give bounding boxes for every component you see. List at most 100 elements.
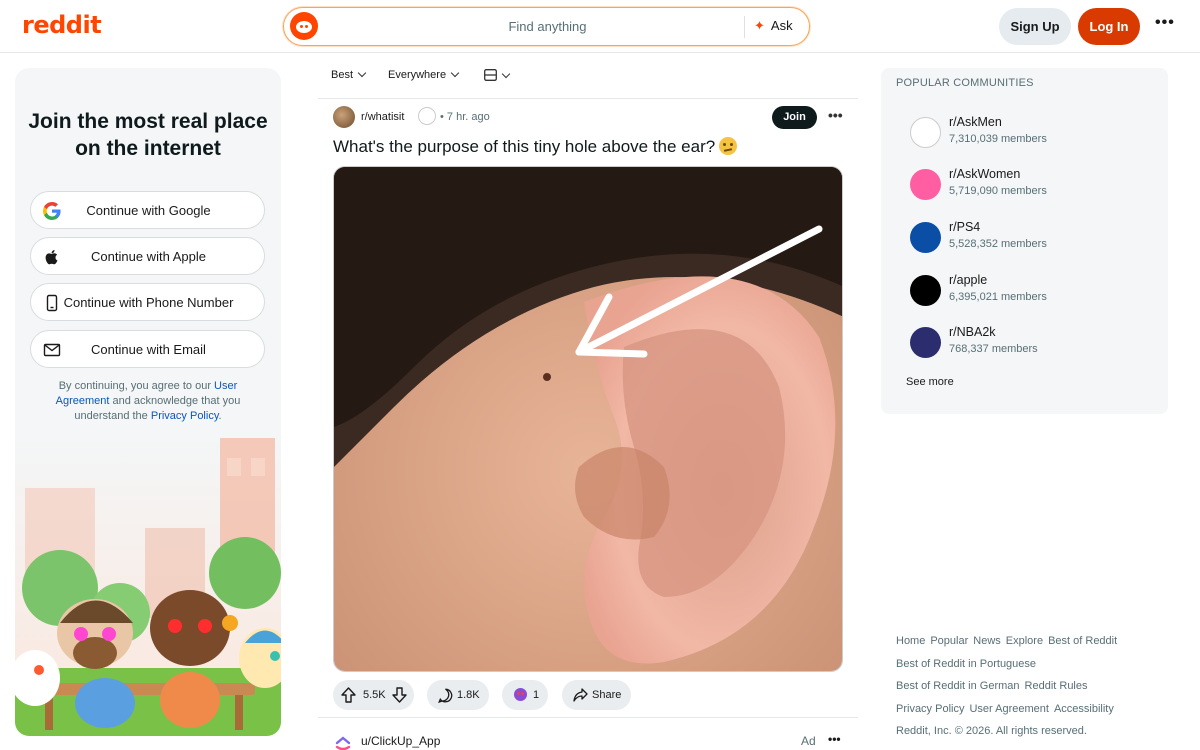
chevron-down-icon <box>501 69 511 79</box>
legal-suffix: . <box>218 410 222 422</box>
feed-divider <box>318 717 858 718</box>
footer-links: Home Popular News Explore Best of Reddit Bes… <box>896 630 1176 743</box>
join-title: Join the most real place on the internet <box>28 110 268 160</box>
upvote-icon[interactable] <box>341 687 356 703</box>
post-more-icon[interactable]: ••• <box>828 107 843 123</box>
phone-button-label: Continue with Phone Number <box>63 295 234 310</box>
post-time: • 7 hr. ago <box>440 111 490 123</box>
share-label: Share <box>592 689 622 701</box>
share-icon <box>573 688 588 702</box>
community-members: 768,337 members <box>949 343 1038 355</box>
footer-link-home[interactable]: Home <box>896 635 925 647</box>
feed-divider <box>318 98 858 99</box>
footer-link-best-portuguese[interactable]: Best of Reddit in Portuguese <box>896 658 1036 670</box>
subreddit-avatar[interactable] <box>333 106 355 128</box>
post-title[interactable]: What's the purpose of this tiny hole abo… <box>333 137 738 157</box>
askmen-avatar-icon <box>910 117 941 148</box>
privacy-policy-link[interactable]: Privacy Policy <box>151 410 219 422</box>
view-dropdown[interactable] <box>484 69 511 82</box>
comment-count: 1.8K <box>457 689 480 701</box>
post-title-text: What's the purpose of this tiny hole abo… <box>333 137 716 156</box>
popular-communities-panel: POPULAR COMMUNITIES r/AskMen 7,310,039 m… <box>881 68 1168 414</box>
community-name: r/apple <box>949 273 988 287</box>
apple-button-label: Continue with Apple <box>91 249 206 264</box>
ad-more-icon[interactable]: ••• <box>828 732 841 746</box>
share-button[interactable]: Share <box>562 680 631 710</box>
footer-link-popular[interactable]: Popular <box>930 635 968 647</box>
downvote-icon[interactable] <box>392 687 407 703</box>
thinking-emoji-icon <box>719 137 738 155</box>
community-name: r/AskWomen <box>949 167 1021 181</box>
legal-text: By continuing, you agree to our User Agr… <box>45 379 251 424</box>
top-header: reddit Find anything ✦ Ask Sign Up Log In… <box>0 0 1200 53</box>
award-button[interactable]: 1 <box>502 680 548 710</box>
community-item-askmen[interactable]: r/AskMen 7,310,039 members <box>910 114 1150 154</box>
search-bar[interactable]: Find anything ✦ Ask <box>283 7 810 46</box>
ad-label: Ad <box>801 734 816 748</box>
chevron-down-icon <box>357 68 367 78</box>
vote-count: 5.5K <box>363 689 386 701</box>
more-options-icon[interactable]: ••• <box>1155 14 1175 32</box>
reddit-logo[interactable]: reddit <box>22 11 102 39</box>
comment-icon <box>438 688 453 703</box>
footer-row: Privacy Policy User Agreement Accessibilit… <box>896 698 1176 721</box>
community-item-apple[interactable]: r/apple 6,395,021 members <box>910 272 1150 312</box>
ask-label: Ask <box>770 18 793 33</box>
comments-button[interactable]: 1.8K <box>427 680 489 710</box>
sparkle-icon: ✦ <box>754 18 765 33</box>
clickup-logo-icon[interactable] <box>335 733 351 750</box>
sign-up-button[interactable]: Sign Up <box>999 8 1071 45</box>
search-input[interactable]: Find anything <box>284 19 811 34</box>
popular-communities-title: POPULAR COMMUNITIES <box>896 77 1034 89</box>
community-item-askwomen[interactable]: r/AskWomen 5,719,090 members <box>910 166 1150 206</box>
sort-label: Best <box>331 69 354 81</box>
join-button[interactable]: Join <box>772 106 817 129</box>
post-image[interactable] <box>333 166 843 672</box>
google-button-label: Continue with Google <box>86 203 211 218</box>
footer-copyright: Reddit, Inc. © 2026. All rights reserved… <box>896 725 1087 737</box>
footer-link-privacy-policy[interactable]: Privacy Policy <box>896 703 964 715</box>
scope-dropdown[interactable]: Everywhere <box>388 68 460 81</box>
continue-with-apple-button[interactable]: Continue with Apple <box>30 237 265 275</box>
community-item-nba2k[interactable]: r/NBA2k 768,337 members <box>910 324 1150 364</box>
nba2k-avatar-icon <box>910 327 941 358</box>
community-name: r/AskMen <box>949 115 1002 129</box>
log-in-button[interactable]: Log In <box>1078 8 1140 45</box>
award-count: 1 <box>533 689 540 701</box>
community-members: 7,310,039 members <box>949 133 1047 145</box>
sort-dropdown[interactable]: Best <box>331 68 367 81</box>
snoo-characters-illustration <box>15 438 281 736</box>
ad-post-header: u/ClickUp_App Ad ••• <box>333 732 843 750</box>
footer-link-news[interactable]: News <box>973 635 1001 647</box>
footer-link-reddit-rules[interactable]: Reddit Rules <box>1025 680 1088 692</box>
search-divider <box>744 16 745 38</box>
ps4-avatar-icon <box>910 222 941 253</box>
footer-link-best-german[interactable]: Best of Reddit in German <box>896 680 1020 692</box>
award-badge-icon <box>418 107 436 125</box>
legal-prefix: By continuing, you agree to our <box>58 380 215 392</box>
community-members: 5,528,352 members <box>949 238 1047 250</box>
footer-link-best-of-reddit[interactable]: Best of Reddit <box>1048 635 1117 647</box>
continue-with-email-button[interactable]: Continue with Email <box>30 330 265 368</box>
footer-row: Home Popular News Explore Best of Reddit <box>896 630 1176 653</box>
layout-icon <box>484 69 497 81</box>
continue-with-phone-button[interactable]: Continue with Phone Number <box>30 283 265 321</box>
ad-username[interactable]: u/ClickUp_App <box>361 734 440 748</box>
see-more-link[interactable]: See more <box>906 376 954 388</box>
scope-label: Everywhere <box>388 69 447 81</box>
subreddit-name[interactable]: r/whatisit <box>361 111 404 123</box>
vote-bar: 5.5K <box>333 680 414 710</box>
community-item-ps4[interactable]: r/PS4 5,528,352 members <box>910 219 1150 259</box>
award-icon <box>514 688 527 701</box>
snoo-icon <box>290 12 318 40</box>
continue-with-google-button[interactable]: Continue with Google <box>30 191 265 229</box>
ear-photo <box>334 167 842 671</box>
ask-button[interactable]: ✦ Ask <box>754 18 793 34</box>
footer-link-explore[interactable]: Explore <box>1006 635 1043 647</box>
signup-panel: Join the most real place on the internet… <box>15 68 281 736</box>
community-members: 6,395,021 members <box>949 291 1047 303</box>
footer-link-user-agreement[interactable]: User Agreement <box>969 703 1048 715</box>
footer-row: Best of Reddit in Portuguese <box>896 653 1176 676</box>
footer-row: Best of Reddit in German Reddit Rules <box>896 675 1176 698</box>
footer-link-accessibility[interactable]: Accessibility <box>1054 703 1114 715</box>
